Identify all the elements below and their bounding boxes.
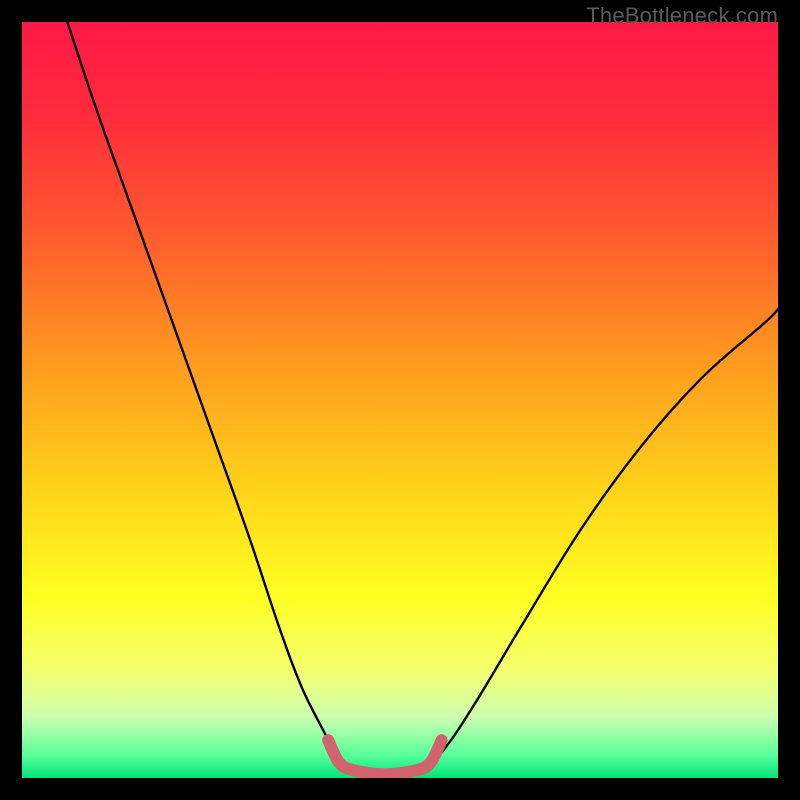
plot-area	[22, 22, 778, 778]
watermark-text: TheBottleneck.com	[586, 3, 778, 29]
curve-floor-highlight	[328, 740, 441, 774]
bottleneck-curve	[22, 22, 778, 778]
chart-frame: TheBottleneck.com	[0, 0, 800, 800]
curve-main	[67, 22, 778, 775]
